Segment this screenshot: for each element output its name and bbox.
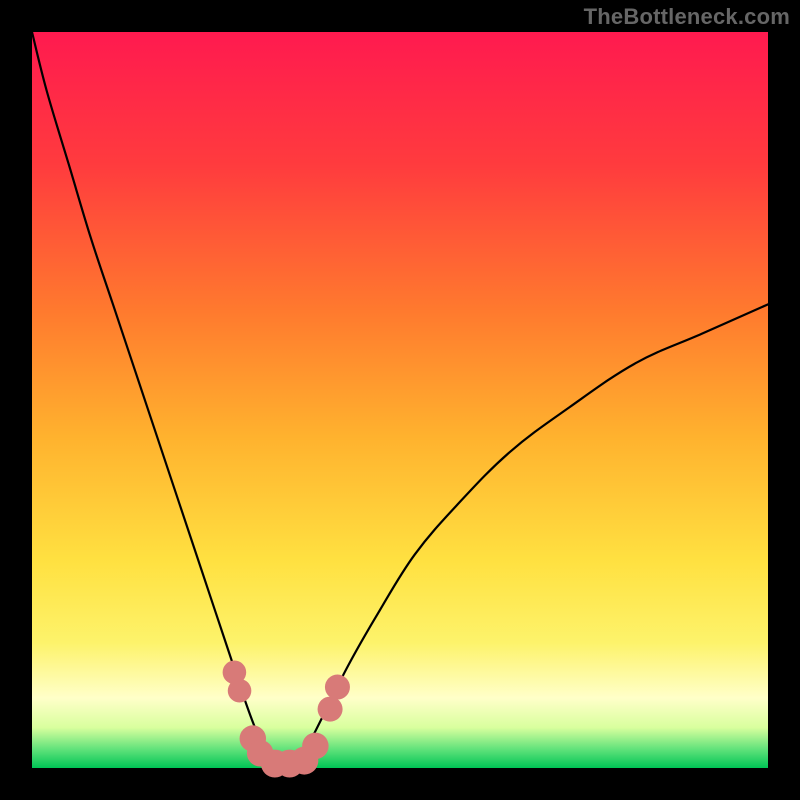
marker-dot [228,679,252,703]
marker-dot [325,675,350,700]
bottleneck-plot [0,0,800,800]
marker-dot [318,697,343,722]
marker-dot [302,733,329,760]
watermark-text: TheBottleneck.com [584,4,790,30]
chart-frame: TheBottleneck.com [0,0,800,800]
plot-background [32,32,768,768]
